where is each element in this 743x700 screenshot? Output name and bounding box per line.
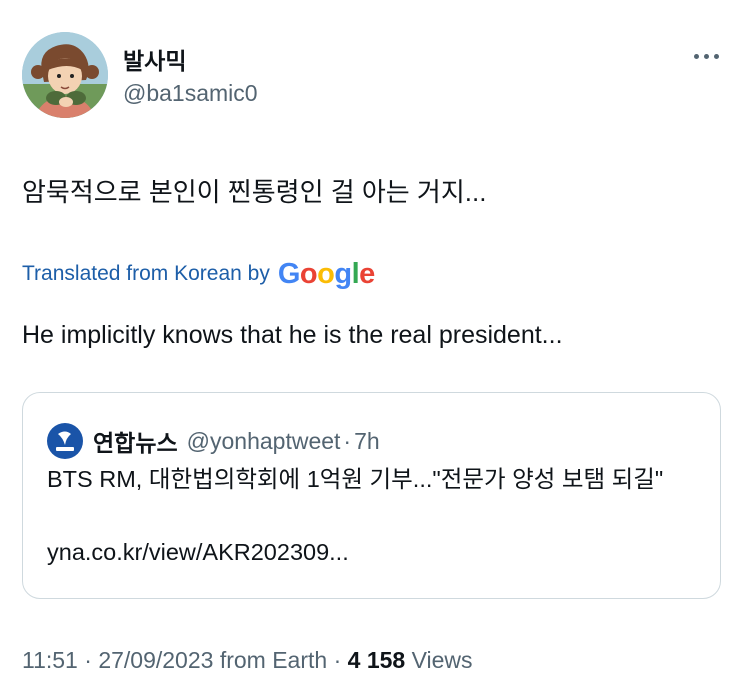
translated-label: Translated from Korean by [22,262,270,285]
author-avatar[interactable] [22,32,108,118]
more-horizontal-icon[interactable] [690,46,724,66]
google-letter: l [351,257,360,290]
views-label: Views [411,647,473,673]
quoted-tweet-card[interactable]: 연합뉴스 @yonhaptweet · 7h BTS RM, 대한법의학회에 1… [22,392,721,599]
tweet-meta: 11:51 · 27/09/2023 from Earth · 4 158 Vi… [22,647,473,674]
tweet-source: from Earth [219,647,328,673]
dot [694,54,699,59]
quoted-author-handle[interactable]: @yonhaptweet [187,428,341,455]
views-count: 4 158 [347,647,406,673]
tweet-text: 암묵적으로 본인이 찐통령인 걸 아는 거지... [22,177,487,207]
tweet-header: 발사믹 @ba1samic0 [22,32,722,122]
tweet-time[interactable]: 11:51 [22,647,78,673]
google-letter: o [299,257,318,290]
google-logo: Google [277,257,375,290]
tweet-date[interactable]: 27/09/2023 [98,647,213,673]
google-letter: o [317,257,335,290]
quoted-tweet-text: BTS RM, 대한법의학회에 1억원 기부..."전문가 양성 보탬 되길" [47,466,664,492]
author-handle[interactable]: @ba1samic0 [123,80,258,107]
meta-separator: · [333,647,342,673]
google-letter: e [359,257,375,290]
meta-separator: · [84,647,92,673]
yonhap-logo-icon [47,423,83,459]
translated-text: He implicitly knows that he is the real … [22,321,563,349]
google-letter: g [334,257,352,290]
translated-notice[interactable]: Translated from Korean by Google [22,256,375,292]
avatar-illustration [22,32,108,118]
quoted-tweet-link[interactable]: yna.co.kr/view/AKR202309... [47,539,349,566]
quoted-separator: · [343,427,352,454]
quoted-time[interactable]: 7h [354,428,380,455]
dot [714,54,719,59]
author-display-name[interactable]: 발사믹 [123,42,186,76]
yonhap-logo-graphic [48,424,82,458]
dot [704,54,709,59]
google-letter: G [277,257,301,290]
quoted-tweet-header: 연합뉴스 @yonhaptweet · 7h [47,423,380,459]
quoted-author-name[interactable]: 연합뉴스 [93,424,178,458]
